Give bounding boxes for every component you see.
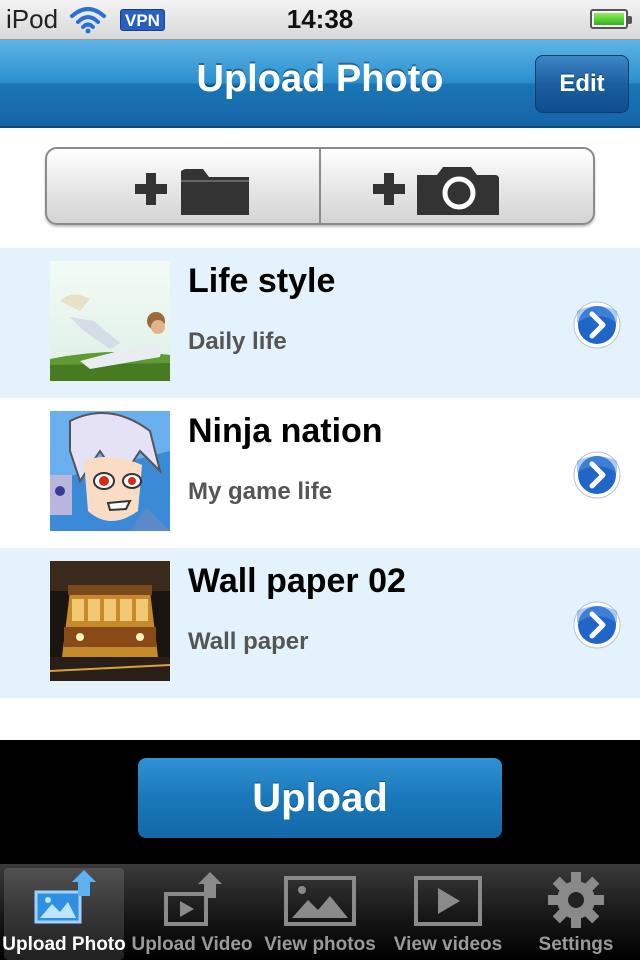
view-videos-icon: [414, 876, 482, 926]
item-title: Life style: [188, 262, 336, 300]
status-bar: iPod VPN 14:38: [0, 0, 640, 40]
tab-upload-video[interactable]: Upload Video: [128, 864, 256, 960]
navigation-bar: Upload Photo Edit: [0, 40, 640, 128]
edit-button[interactable]: Edit: [535, 55, 629, 113]
add-media-segmented-control: [45, 147, 595, 225]
tab-label: Upload Photo: [2, 934, 126, 955]
tab-view-videos[interactable]: View videos: [384, 864, 512, 960]
upload-footer: Upload: [0, 740, 640, 864]
item-subtitle: Wall paper: [188, 628, 309, 655]
list-item[interactable]: Wall paper 02 Wall paper: [0, 548, 640, 698]
photo-album-list: Life style Daily life Ninja nation My ga…: [0, 248, 640, 698]
add-from-camera-button[interactable]: [319, 149, 593, 223]
tab-view-photos[interactable]: View photos: [256, 864, 384, 960]
tab-label: View videos: [393, 934, 503, 955]
thumbnail-wall-paper-02: [50, 561, 170, 681]
add-from-folder-button[interactable]: [47, 149, 319, 223]
item-subtitle: My game life: [188, 478, 333, 505]
tab-bar: Upload Photo Upload Video View photos Vi…: [0, 864, 640, 960]
disclosure-chevron-icon[interactable]: [573, 451, 621, 499]
item-subtitle: Daily life: [188, 328, 287, 355]
add-camera-icon: [373, 167, 499, 215]
upload-video-icon: [164, 872, 222, 926]
thumbnail-life-style: [50, 261, 170, 381]
upload-photo-icon: [34, 870, 96, 924]
tab-settings[interactable]: Settings: [512, 864, 640, 960]
tab-label: Upload Video: [131, 934, 253, 955]
list-item[interactable]: Ninja nation My game life: [0, 398, 640, 548]
thumbnail-ninja-nation: [50, 411, 170, 531]
upload-button[interactable]: Upload: [138, 758, 502, 838]
item-title: Ninja nation: [188, 412, 383, 450]
settings-icon: [548, 872, 604, 928]
list-item[interactable]: Life style Daily life: [0, 248, 640, 398]
tab-label: Settings: [538, 934, 614, 955]
status-time: 14:38: [286, 4, 354, 34]
item-title: Wall paper 02: [188, 562, 406, 600]
tab-upload-photo[interactable]: Upload Photo: [2, 868, 126, 960]
battery-icon: [590, 9, 632, 29]
disclosure-chevron-icon[interactable]: [573, 601, 621, 649]
battery-level: [594, 13, 624, 25]
tab-label: View photos: [264, 934, 376, 955]
disclosure-chevron-icon[interactable]: [573, 301, 621, 349]
add-folder-icon: [135, 169, 249, 215]
view-photos-icon: [284, 876, 356, 926]
